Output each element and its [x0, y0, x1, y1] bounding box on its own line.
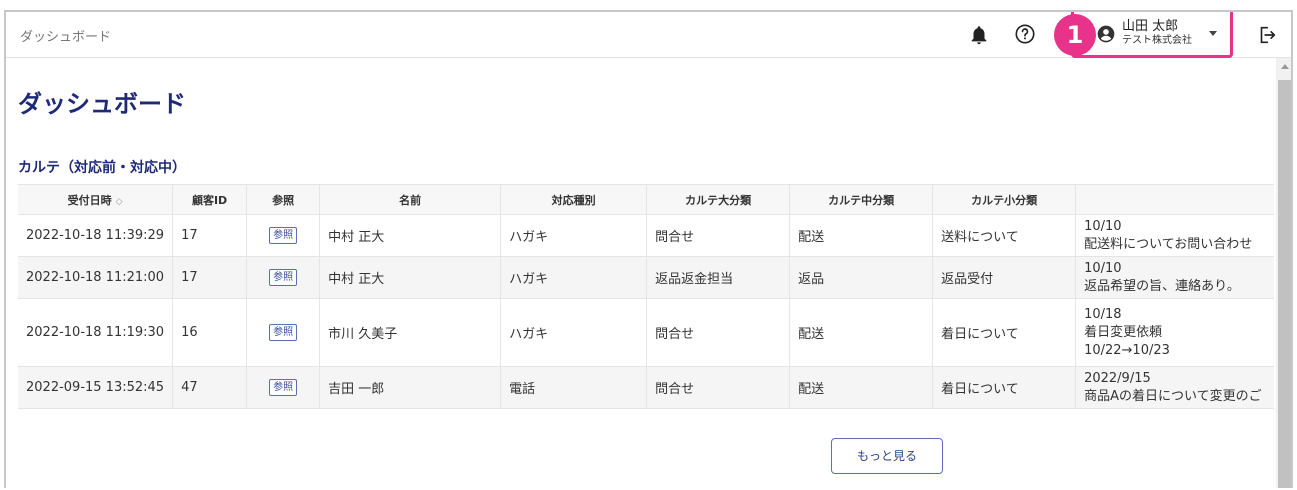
cell-customer-id: 47	[172, 366, 248, 409]
logout-icon[interactable]	[1256, 24, 1278, 46]
cell-customer-id: 16	[172, 298, 248, 367]
cell-type: ハガキ	[500, 298, 648, 367]
karte-table: 受付日時 ◇ 顧客ID 参照 名前 対応種別 カルテ大分類 カルテ中分類 カルテ小…	[18, 184, 1274, 409]
cell-name: 中村 正大	[319, 214, 502, 257]
cell-memo: 10/10 配送料についてお問い合わせ	[1075, 214, 1274, 257]
table-row[interactable]: 2022-10-18 11:19:30 16 参照 市川 久美子 ハガキ 問合せ…	[18, 298, 1274, 367]
help-circle-icon[interactable]	[1014, 23, 1036, 45]
memo-line: 着日変更依頼	[1084, 324, 1163, 340]
cell-customer-id: 17	[172, 214, 248, 257]
column-header-cat-mid: カルテ中分類	[789, 184, 934, 215]
memo-line: 10/10	[1084, 260, 1122, 276]
cell-cat-mid: 配送	[789, 366, 934, 409]
cell-name: 中村 正大	[319, 256, 502, 299]
app-window: ダッシュボード 山田 太郎 テスト株式会社 1 ダッシュボード カルテ（対応前・…	[4, 10, 1293, 488]
table-row[interactable]: 2022-10-18 11:21:00 17 参照 中村 正大 ハガキ 返品返金…	[18, 256, 1274, 299]
callout-badge: 1	[1054, 14, 1096, 56]
cell-cat-large: 返品返金担当	[646, 256, 791, 299]
column-header-customer-id: 顧客ID	[172, 184, 248, 215]
column-header-cat-large: カルテ大分類	[646, 184, 791, 215]
cell-cat-mid: 配送	[789, 214, 934, 257]
memo-line: 2022/9/15	[1084, 370, 1151, 386]
top-bar: ダッシュボード 山田 太郎 テスト株式会社 1	[6, 12, 1291, 58]
ref-button[interactable]: 参照	[269, 227, 298, 244]
cell-datetime: 2022-10-18 11:21:00	[18, 256, 174, 299]
section-title: カルテ（対応前・対応中）	[18, 160, 186, 176]
cell-type: ハガキ	[500, 214, 648, 257]
user-company[interactable]: テスト株式会社	[1122, 35, 1192, 47]
cell-cat-mid: 返品	[789, 256, 934, 299]
memo-line: 配送料についてお問い合わせ	[1084, 236, 1253, 252]
column-header-ref: 参照	[246, 184, 321, 215]
ref-button[interactable]: 参照	[269, 324, 298, 341]
column-header-type: 対応種別	[500, 184, 648, 215]
cell-cat-small: 着日について	[932, 366, 1077, 409]
breadcrumb: ダッシュボード	[20, 30, 112, 45]
cell-customer-id: 17	[172, 256, 248, 299]
table-row[interactable]: 2022-09-15 13:52:45 47 参照 吉田 一郎 電話 問合せ 配…	[18, 366, 1274, 409]
cell-memo: 2022/9/15 商品Aの着日について変更のご	[1075, 366, 1274, 409]
cell-datetime: 2022-10-18 11:39:29	[18, 214, 174, 257]
column-header-name: 名前	[319, 184, 502, 215]
memo-line: 商品Aの着日について変更のご	[1084, 388, 1262, 404]
scroll-thumb[interactable]	[1278, 80, 1291, 488]
table-row[interactable]: 2022-10-18 11:39:29 17 参照 中村 正大 ハガキ 問合せ …	[18, 214, 1274, 257]
sort-icon[interactable]: ◇	[116, 197, 123, 207]
memo-line: 10/22→10/23	[1084, 342, 1170, 358]
user-name[interactable]: 山田 太郎	[1122, 20, 1178, 34]
cell-type: 電話	[500, 366, 648, 409]
cell-name: 吉田 一郎	[319, 366, 502, 409]
cell-name: 市川 久美子	[319, 298, 502, 367]
cell-cat-small: 送料について	[932, 214, 1077, 257]
show-more-button[interactable]: もっと見る	[831, 438, 943, 474]
vertical-scrollbar[interactable]	[1276, 58, 1291, 488]
column-header-cat-small: カルテ小分類	[932, 184, 1077, 215]
cell-cat-small: 着日について	[932, 298, 1077, 367]
cell-cat-small: 返品受付	[932, 256, 1077, 299]
scroll-up-arrow-icon[interactable]	[1281, 64, 1289, 69]
cell-datetime: 2022-10-18 11:19:30	[18, 298, 174, 367]
cell-memo: 10/18 着日変更依頼 10/22→10/23	[1075, 298, 1274, 367]
page-title: ダッシュボード	[18, 90, 186, 118]
cell-cat-mid: 配送	[789, 298, 934, 367]
cell-datetime: 2022-09-15 13:52:45	[18, 366, 174, 409]
cell-cat-large: 問合せ	[646, 366, 791, 409]
cell-cat-large: 問合せ	[646, 298, 791, 367]
cell-memo: 10/10 返品希望の旨、連絡あり。	[1075, 256, 1274, 299]
chevron-down-icon[interactable]	[1209, 31, 1217, 36]
column-header-memo	[1075, 184, 1274, 215]
ref-button[interactable]: 参照	[269, 269, 298, 286]
ref-button[interactable]: 参照	[269, 379, 298, 396]
memo-line: 10/10	[1084, 218, 1122, 234]
cell-type: ハガキ	[500, 256, 648, 299]
memo-line: 10/18	[1084, 306, 1122, 322]
table-header-row: 受付日時 ◇ 顧客ID 参照 名前 対応種別 カルテ大分類 カルテ中分類 カルテ小…	[18, 184, 1274, 215]
memo-line: 返品希望の旨、連絡あり。	[1084, 278, 1240, 294]
account-circle-icon[interactable]	[1096, 24, 1116, 44]
main-content: ダッシュボード カルテ（対応前・対応中） 受付日時 ◇ 顧客ID 参照 名前 対応…	[6, 58, 1276, 488]
cell-cat-large: 問合せ	[646, 214, 791, 257]
column-header-datetime[interactable]: 受付日時 ◇	[18, 184, 174, 215]
bell-icon[interactable]	[968, 24, 990, 46]
